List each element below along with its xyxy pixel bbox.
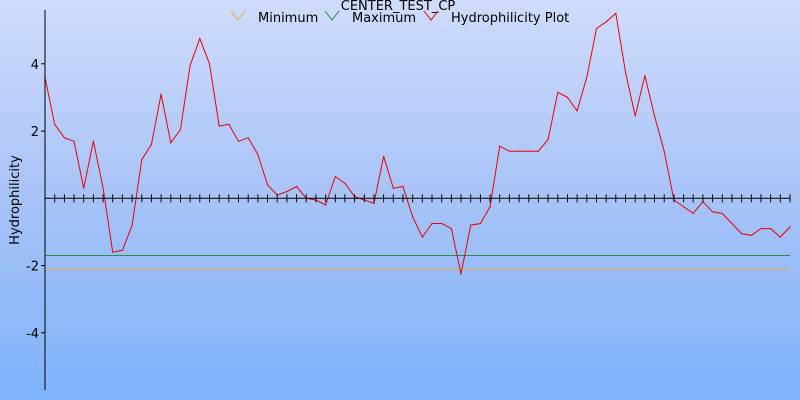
data-point-64 xyxy=(663,150,665,152)
data-point-25 xyxy=(286,191,288,193)
data-point-74 xyxy=(760,228,762,230)
data-point-37 xyxy=(402,185,404,188)
data-point-14 xyxy=(179,128,182,130)
data-point-58 xyxy=(605,21,607,23)
data-point-50 xyxy=(528,150,530,152)
data-point-19 xyxy=(228,123,230,125)
data-point-11 xyxy=(150,143,152,146)
data-point-13 xyxy=(170,142,172,144)
data-point-45 xyxy=(479,222,481,225)
y-tick-label--2: -2 xyxy=(26,260,39,275)
data-point-62 xyxy=(644,75,646,77)
data-point-36 xyxy=(392,187,394,189)
data-point-3 xyxy=(73,140,75,142)
data-point-5 xyxy=(92,140,94,142)
data-point-40 xyxy=(431,222,433,225)
data-point-76 xyxy=(779,236,781,238)
data-point-72 xyxy=(741,233,743,235)
y-tick-label-4: 4 xyxy=(31,58,39,73)
data-point-12 xyxy=(160,93,162,95)
y-tick-label--4: -4 xyxy=(26,327,39,342)
data-point-77 xyxy=(789,226,791,228)
data-point-15 xyxy=(189,64,191,67)
series-hydrophilicity-plot-line xyxy=(44,12,791,275)
data-point-29 xyxy=(325,204,327,206)
data-point-20 xyxy=(237,140,240,142)
legend-minimum-label: Minimum xyxy=(258,11,318,26)
data-point-47 xyxy=(499,145,501,147)
data-point-17 xyxy=(208,63,211,65)
data-point-71 xyxy=(731,222,733,225)
data-point-57 xyxy=(595,27,598,30)
data-point-52 xyxy=(547,138,549,141)
data-point-48 xyxy=(508,150,510,152)
data-point-67 xyxy=(692,212,694,215)
data-point-38 xyxy=(412,216,414,218)
legend-hydrophilicity-plot-label: Hydrophilicity Plot xyxy=(451,11,569,26)
data-point-2 xyxy=(63,137,65,139)
data-point-66 xyxy=(683,206,685,208)
data-point-22 xyxy=(257,154,259,156)
chart-container: -4 -2 2 4 Hydrophilicity CENTER_TEST_CP Minim… xyxy=(0,0,800,400)
data-point-34 xyxy=(373,202,375,204)
data-point-7 xyxy=(112,251,114,253)
legend-maximum-label: Maximum xyxy=(352,11,416,26)
data-point-6 xyxy=(102,187,104,189)
data-point-31 xyxy=(344,182,346,184)
hydrophilicity-chart: -4-224HydrophilicityCENTER_TEST_CP Minim… xyxy=(8,0,791,390)
data-point-53 xyxy=(557,91,559,93)
data-point-21 xyxy=(247,137,249,139)
data-point-73 xyxy=(750,234,752,236)
data-point-26 xyxy=(296,185,298,188)
data-point-41 xyxy=(441,222,443,225)
data-point-35 xyxy=(383,155,385,157)
y-axis-label: Hydrophilicity xyxy=(8,155,23,245)
legend-maximum-icon xyxy=(324,10,340,21)
data-point-8 xyxy=(121,249,123,251)
data-point-10 xyxy=(141,159,143,161)
data-point-16 xyxy=(199,38,201,40)
data-point-4 xyxy=(83,187,85,189)
data-point-23 xyxy=(266,184,269,186)
data-point-51 xyxy=(537,150,540,152)
data-point-49 xyxy=(518,150,520,152)
data-point-60 xyxy=(624,71,627,73)
data-point-69 xyxy=(712,211,714,213)
data-point-44 xyxy=(470,224,472,226)
data-point-1 xyxy=(54,123,56,125)
data-point-9 xyxy=(131,224,133,226)
data-point-43 xyxy=(460,273,462,275)
data-point-54 xyxy=(566,96,569,98)
data-point-61 xyxy=(634,115,636,117)
data-point-70 xyxy=(721,212,723,215)
data-point-56 xyxy=(586,76,588,78)
data-point-39 xyxy=(421,236,423,238)
data-point-30 xyxy=(334,175,336,178)
data-point-46 xyxy=(489,206,491,208)
y-tick-label-2: 2 xyxy=(31,125,39,140)
data-point-55 xyxy=(576,110,578,112)
data-point-42 xyxy=(450,228,452,230)
data-point-59 xyxy=(615,12,617,14)
legend-minimum-icon xyxy=(230,10,246,21)
data-point-18 xyxy=(218,125,220,127)
data-point-75 xyxy=(770,228,772,230)
data-point-63 xyxy=(653,115,656,117)
